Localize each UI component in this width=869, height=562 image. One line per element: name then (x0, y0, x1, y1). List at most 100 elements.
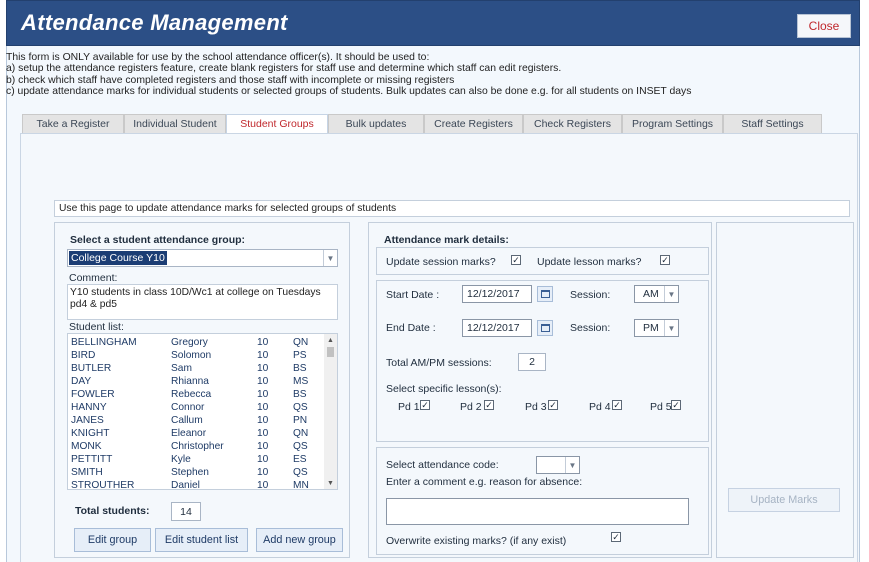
end-date-field[interactable]: 12/12/2017 (462, 319, 532, 337)
tab-student-groups[interactable]: Student Groups (226, 114, 328, 133)
lesson-pd2-label: Pd 2 (460, 401, 482, 413)
student-list-scrollbar[interactable]: ▲ ▼ (324, 334, 337, 489)
overwrite-label: Overwrite existing marks? (if any exist) (386, 535, 567, 547)
lesson-pd4-checkbox[interactable]: ✓ (612, 400, 622, 410)
student-code: MS (293, 376, 309, 387)
student-surname: BUTLER (71, 363, 112, 374)
comment-label: Comment: (69, 272, 118, 284)
list-item[interactable]: DAY Rhianna 10 MS (68, 375, 325, 388)
list-item[interactable]: STROUTHER Daniel 10 MN (68, 479, 325, 490)
end-session-value: PM (643, 322, 659, 334)
student-code: QS (293, 441, 308, 452)
tab-take-a-register[interactable]: Take a Register (22, 114, 124, 133)
end-session-dropdown[interactable]: PM ▼ (634, 319, 679, 337)
student-code: MN (293, 480, 309, 490)
student-code: ES (293, 454, 307, 465)
end-session-label: Session: (570, 322, 611, 334)
lesson-pd2-checkbox[interactable]: ✓ (484, 400, 494, 410)
intro-line: c) update attendance marks for individua… (6, 86, 692, 98)
student-surname: HANNY (71, 402, 107, 413)
student-surname: DAY (71, 376, 92, 387)
lesson-pd5-checkbox[interactable]: ✓ (671, 400, 681, 410)
student-forename: Gregory (171, 337, 208, 348)
chevron-up-icon[interactable]: ▲ (324, 334, 337, 346)
code-label: Select attendance code: (386, 459, 499, 471)
student-list-label: Student list: (69, 321, 124, 333)
student-surname: FOWLER (71, 389, 115, 400)
start-session-value: AM (643, 288, 659, 300)
lesson-pd5-label: Pd 5 (650, 401, 672, 413)
list-item[interactable]: KNIGHT Eleanor 10 QN (68, 427, 325, 440)
lesson-pd1-checkbox[interactable]: ✓ (420, 400, 430, 410)
calendar-icon[interactable] (537, 286, 553, 302)
student-year: 10 (257, 350, 269, 361)
student-surname: BELLINGHAM (71, 337, 137, 348)
student-surname: MONK (71, 441, 102, 452)
calendar-icon[interactable] (537, 320, 553, 336)
student-code: BS (293, 363, 307, 374)
student-code: BS (293, 389, 307, 400)
student-forename: Callum (171, 415, 203, 426)
list-item[interactable]: FOWLER Rebecca 10 BS (68, 388, 325, 401)
chevron-down-icon[interactable]: ▼ (323, 250, 337, 266)
update-session-checkbox[interactable]: ✓ (511, 255, 521, 265)
add-new-group-button[interactable]: Add new group (256, 528, 343, 552)
list-item[interactable]: SMITH Stephen 10 QS (68, 466, 325, 479)
absence-comment-input[interactable] (386, 498, 689, 525)
student-year: 10 (257, 428, 269, 439)
list-item[interactable]: BUTLER Sam 10 BS (68, 362, 325, 375)
student-surname: SMITH (71, 467, 103, 478)
scroll-thumb[interactable] (327, 347, 334, 357)
tab-create-registers[interactable]: Create Registers (424, 114, 523, 133)
list-item[interactable]: MONK Christopher 10 QS (68, 440, 325, 453)
update-marks-button[interactable]: Update Marks (728, 488, 840, 512)
overwrite-checkbox[interactable]: ✓ (611, 532, 621, 542)
mark-details-heading: Attendance mark details: (384, 234, 509, 246)
tab-strip: Take a Register Individual Student Stude… (22, 114, 822, 133)
update-lesson-checkbox[interactable]: ✓ (660, 255, 670, 265)
lesson-pd3-checkbox[interactable]: ✓ (548, 400, 558, 410)
total-sessions-label: Total AM/PM sessions: (386, 357, 492, 369)
lessons-label: Select specific lesson(s): (386, 383, 502, 395)
comment-input-label: Enter a comment e.g. reason for absence: (386, 476, 583, 488)
chevron-down-icon[interactable]: ▼ (664, 286, 678, 302)
chevron-down-icon[interactable]: ▼ (565, 457, 579, 473)
tab-bulk-updates[interactable]: Bulk updates (328, 114, 424, 133)
list-item[interactable]: JANES Callum 10 PN (68, 414, 325, 427)
lesson-pd1-label: Pd 1 (398, 401, 420, 413)
attendance-code-dropdown[interactable]: ▼ (536, 456, 580, 474)
list-item[interactable]: BELLINGHAM Gregory 10 QN (68, 336, 325, 349)
start-session-dropdown[interactable]: AM ▼ (634, 285, 679, 303)
group-dropdown[interactable]: College Course Y10 ▼ (67, 249, 338, 267)
student-surname: KNIGHT (71, 428, 110, 439)
list-item[interactable]: BIRD Solomon 10 PS (68, 349, 325, 362)
student-forename: Connor (171, 402, 205, 413)
tab-staff-settings[interactable]: Staff Settings (723, 114, 822, 133)
info-bar: Use this page to update attendance marks… (54, 200, 850, 217)
tab-program-settings[interactable]: Program Settings (622, 114, 723, 133)
list-item[interactable]: PETTITT Kyle 10 ES (68, 453, 325, 466)
lesson-pd3-label: Pd 3 (525, 401, 547, 413)
lesson-pd4-label: Pd 4 (589, 401, 611, 413)
student-code: PN (293, 415, 308, 426)
close-button[interactable]: Close (797, 14, 851, 38)
intro-text: This form is ONLY available for use by t… (6, 52, 854, 98)
student-code: PS (293, 350, 307, 361)
student-year: 10 (257, 415, 269, 426)
student-list[interactable]: BELLINGHAM Gregory 10 QN BIRD Solomon 10 PS BU… (67, 333, 338, 490)
start-date-field[interactable]: 12/12/2017 (462, 285, 532, 303)
edit-group-button[interactable]: Edit group (74, 528, 151, 552)
student-forename: Rebecca (171, 389, 212, 400)
group-dropdown-value: College Course Y10 (69, 251, 167, 265)
student-forename: Daniel (171, 480, 200, 490)
chevron-down-icon[interactable]: ▼ (324, 477, 337, 489)
tab-check-registers[interactable]: Check Registers (523, 114, 622, 133)
chevron-down-icon[interactable]: ▼ (664, 320, 678, 336)
student-year: 10 (257, 402, 269, 413)
edit-student-list-button[interactable]: Edit student list (155, 528, 248, 552)
student-year: 10 (257, 389, 269, 400)
list-item[interactable]: HANNY Connor 10 QS (68, 401, 325, 414)
student-forename: Solomon (171, 350, 212, 361)
window-title: Attendance Management (21, 10, 288, 35)
tab-individual-student[interactable]: Individual Student (124, 114, 226, 133)
